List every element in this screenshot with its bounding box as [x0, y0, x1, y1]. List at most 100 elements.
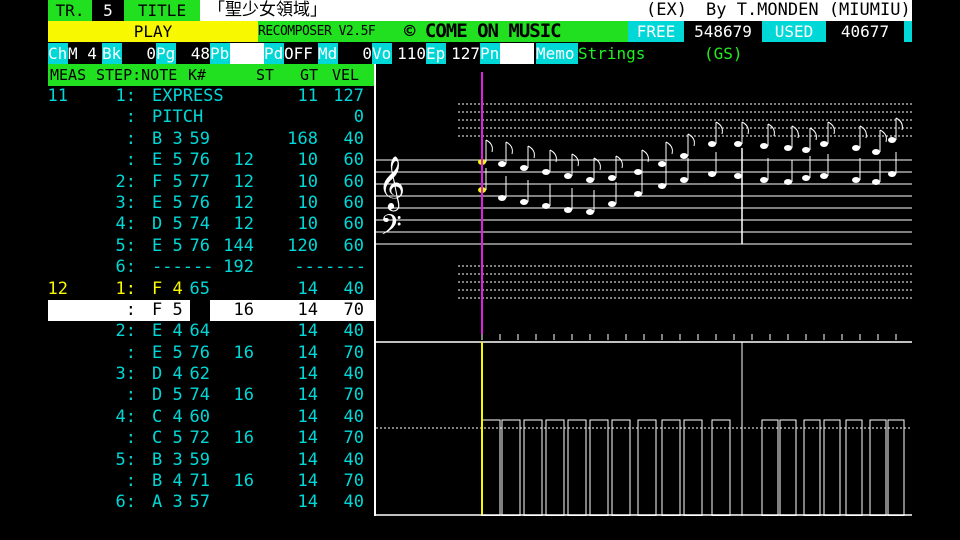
memo-value: Strings — [578, 44, 646, 63]
event-row[interactable]: 2: E 4 64 14 40 — [48, 321, 374, 343]
note-head — [680, 177, 688, 183]
event-row[interactable]: 3: D 4 62 14 40 — [48, 364, 374, 386]
event-gt: 14 — [297, 449, 318, 470]
ep-label: Ep — [426, 43, 446, 64]
event-note: C 5 — [152, 428, 183, 449]
event-row[interactable]: 3: E 5 76 12 10 60 — [48, 192, 374, 215]
note-head — [708, 141, 716, 147]
staff-lines — [376, 159, 912, 245]
note-head — [852, 177, 860, 183]
ep-value[interactable]: 127 — [446, 43, 480, 64]
event-note: EXPRESS — [152, 86, 224, 106]
event-row[interactable]: : C 5 72 16 14 70 — [48, 428, 374, 450]
event-key: 57 — [189, 492, 210, 514]
note-head — [542, 169, 550, 175]
note-head — [820, 173, 828, 179]
author-text: By T.MONDEN (MIUMIU) — [706, 0, 911, 20]
event-step: 4: — [115, 214, 136, 235]
event-step: 5: — [115, 235, 136, 256]
event-row[interactable]: : F 5 77 16 14 70 — [48, 299, 374, 322]
event-step: : — [125, 128, 136, 149]
event-vel: 60 — [343, 192, 364, 213]
event-step: 2: — [115, 321, 136, 342]
event-step: 6: — [115, 492, 136, 513]
pb-value[interactable] — [230, 43, 264, 64]
roll-block — [803, 419, 821, 516]
event-step: : — [125, 385, 136, 406]
roll-block — [683, 419, 703, 516]
event-vel: 40 — [343, 492, 364, 513]
event-gt: 10 — [297, 214, 318, 235]
vo-value[interactable]: 110 — [392, 43, 426, 64]
event-row[interactable]: : E 5 76 12 10 60 — [48, 150, 374, 172]
event-key: 76 — [189, 192, 210, 215]
note-head — [564, 173, 572, 179]
event-row[interactable]: : B 4 71 16 14 70 — [48, 471, 374, 493]
event-gt: 14 — [297, 342, 318, 363]
event-list-header: MEAS STEP:NOTE K# ST GT VEL — [48, 64, 374, 86]
roll-block — [761, 419, 779, 516]
event-note: B 3 — [152, 449, 183, 470]
roll-block — [589, 419, 609, 516]
pg-label: Pg — [156, 43, 176, 64]
event-gt: 14 — [297, 471, 318, 492]
memo-field[interactable]: Strings (GS) — [578, 43, 912, 64]
note-head — [802, 175, 810, 181]
event-row[interactable]: 4: D 5 74 12 10 60 — [48, 214, 374, 236]
pd-value[interactable]: OFF — [284, 43, 318, 64]
event-vel: 70 — [343, 299, 364, 320]
note-head — [820, 141, 828, 147]
event-key: 74 — [189, 385, 210, 407]
event-st: 12 — [233, 171, 254, 192]
md-value[interactable]: 0 — [338, 43, 372, 64]
memo-extra: (GS) — [704, 44, 743, 63]
event-vel: 70 — [343, 428, 364, 449]
event-row[interactable]: 4: C 4 60 14 40 — [48, 406, 374, 429]
event-row[interactable]: : D 5 74 16 14 70 — [48, 385, 374, 407]
note-flag — [687, 133, 695, 147]
event-vel: 127 — [333, 86, 364, 106]
song-title-field[interactable]: 「聖少女領域」 (EX) By T.MONDEN (MIUMIU) — [200, 0, 912, 21]
ch-value[interactable]: M 4 — [68, 43, 102, 64]
event-vel: 40 — [343, 321, 364, 342]
event-gt: 14 — [297, 406, 318, 427]
event-row[interactable]: : B 3 59 168 40 — [48, 128, 374, 151]
note-head — [658, 183, 666, 189]
used-label: USED — [762, 21, 826, 42]
bk-value[interactable]: 0 — [122, 43, 156, 64]
note-head — [608, 175, 616, 181]
event-row[interactable]: : E 5 76 16 14 70 — [48, 342, 374, 365]
note-head — [734, 141, 742, 147]
event-note: E 5 — [152, 192, 183, 213]
event-row[interactable]: 6: ------ 192 ------- — [48, 257, 374, 278]
status-end-cap — [904, 21, 912, 42]
status-bar: PLAY RECOMPOSER V2.5F © COME ON MUSIC FR… — [48, 21, 912, 42]
note-flag — [767, 123, 775, 137]
track-number[interactable]: 5 — [92, 0, 124, 21]
event-gt: 14 — [297, 321, 318, 342]
note-head — [760, 177, 768, 183]
event-vel: 70 — [343, 385, 364, 406]
event-vel: 40 — [343, 278, 364, 299]
event-row[interactable]: 5: B 3 59 14 40 — [48, 449, 374, 472]
event-step: 3: — [115, 364, 136, 385]
note-flag — [665, 141, 673, 155]
event-gt: 10 — [297, 150, 318, 171]
event-st: 16 — [233, 428, 254, 449]
event-key: 59 — [189, 128, 210, 151]
event-vel: 60 — [343, 150, 364, 171]
md-label: Md — [318, 43, 338, 64]
event-row[interactable]: 5: E 5 76 144 120 60 — [48, 235, 374, 258]
pg-value[interactable]: 48 — [176, 43, 210, 64]
event-row[interactable]: 2: F 5 77 12 10 60 — [48, 171, 374, 193]
pn-value[interactable] — [500, 43, 534, 64]
event-vel: 70 — [343, 471, 364, 492]
event-row[interactable]: : PITCH 0 — [48, 107, 374, 128]
mode-indicator[interactable]: PLAY — [48, 21, 258, 42]
event-row[interactable]: 6: A 3 57 14 40 — [48, 492, 374, 514]
event-st: 12 — [233, 192, 254, 213]
event-row[interactable]: 12 1: F 4 65 14 40 — [48, 278, 374, 300]
event-row[interactable]: 11 1: EXPRESS 11 127 — [48, 86, 374, 107]
event-key: 59 — [189, 449, 210, 472]
header-meas: MEAS — [50, 66, 87, 84]
